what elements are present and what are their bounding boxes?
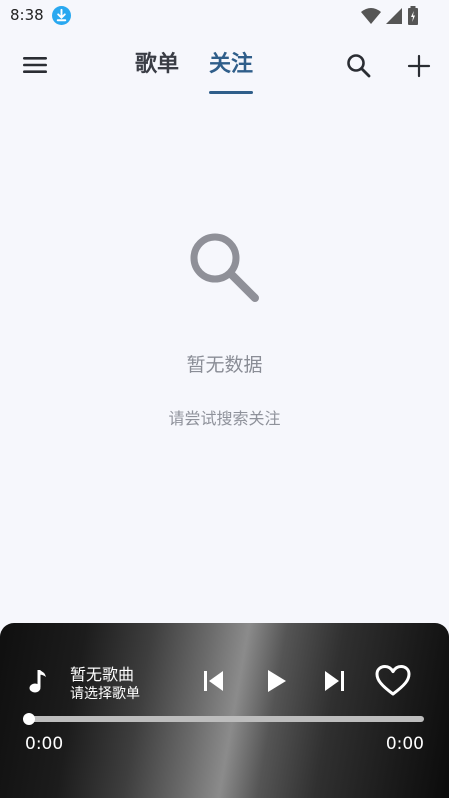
song-title[interactable]: 暂无歌曲 <box>70 661 134 685</box>
search-icon[interactable] <box>345 52 373 80</box>
next-icon[interactable] <box>321 668 347 694</box>
status-time: 8:38 <box>10 6 44 24</box>
mini-player: 暂无歌曲 请选择歌单 0:00 0:00 <box>0 623 449 798</box>
battery-icon <box>408 6 418 25</box>
duration: 0:00 <box>385 734 424 754</box>
empty-title: 暂无数据 <box>186 354 263 376</box>
previous-icon[interactable] <box>201 668 227 694</box>
tab-following[interactable]: 关注 <box>209 50 254 94</box>
progress-bar[interactable] <box>23 713 424 725</box>
status-bar: 8:38 <box>0 0 449 32</box>
play-icon[interactable] <box>262 667 290 695</box>
status-icons <box>361 6 419 25</box>
tab-bar: 歌单 关注 <box>135 50 254 94</box>
tab-playlists[interactable]: 歌单 <box>135 50 179 94</box>
music-note-icon <box>29 670 46 693</box>
app-screen: 8:38 歌单 关注 暂无数据 请尝试搜索关注 暂无歌曲 请选择歌单 0:00 … <box>0 0 449 798</box>
current-time: 0:00 <box>25 734 64 754</box>
empty-search-icon <box>190 233 259 302</box>
empty-subtitle: 请尝试搜索关注 <box>168 409 281 428</box>
download-icon <box>52 6 71 25</box>
menu-icon[interactable] <box>20 52 50 78</box>
heart-icon[interactable] <box>375 664 411 698</box>
add-icon[interactable] <box>406 53 432 79</box>
progress-knob[interactable] <box>23 713 35 725</box>
signal-icon <box>386 7 402 24</box>
song-subtitle[interactable]: 请选择歌单 <box>70 683 140 703</box>
wifi-icon <box>361 7 381 24</box>
top-app-bar: 歌单 关注 <box>0 36 449 96</box>
empty-state: 暂无数据 请尝试搜索关注 <box>0 228 449 429</box>
